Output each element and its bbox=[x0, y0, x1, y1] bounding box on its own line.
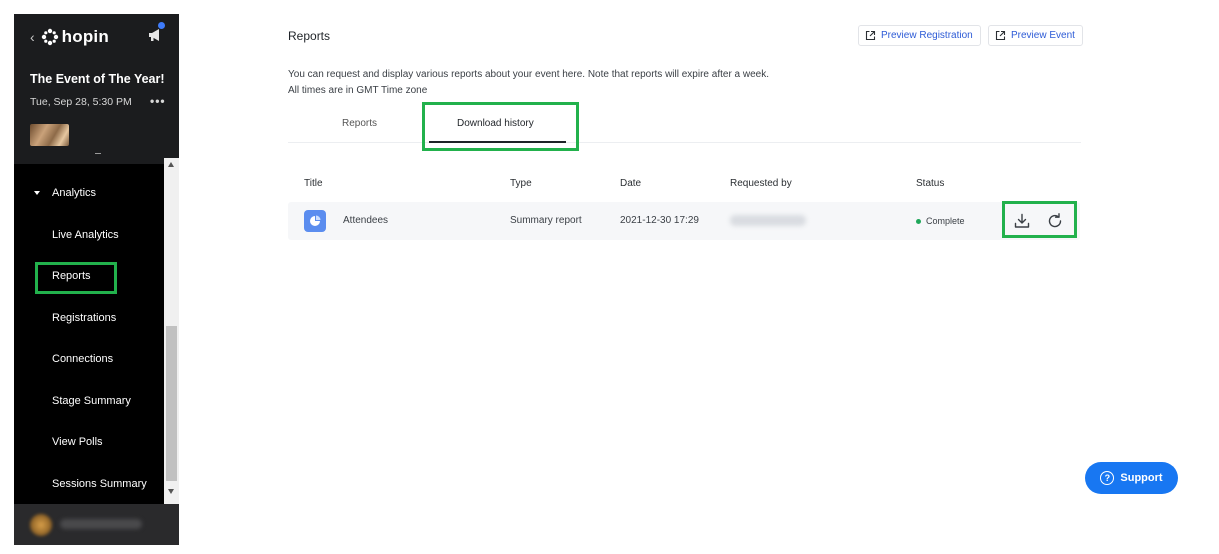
sidebar-item-live-analytics[interactable]: Live Analytics bbox=[52, 229, 119, 241]
avatar bbox=[30, 514, 52, 536]
column-header-title: Title bbox=[304, 178, 323, 189]
highlight-download-history-tab bbox=[422, 102, 579, 151]
user-profile[interactable] bbox=[14, 504, 179, 545]
support-button[interactable]: ? Support bbox=[1085, 462, 1178, 494]
event-date: Tue, Sep 28, 5:30 PM bbox=[30, 96, 132, 108]
tab-reports[interactable]: Reports bbox=[342, 118, 377, 129]
preview-event-button[interactable]: Preview Event bbox=[988, 25, 1083, 46]
user-name-redacted bbox=[60, 519, 142, 529]
divider bbox=[95, 153, 101, 154]
column-header-type: Type bbox=[510, 178, 532, 189]
column-header-date: Date bbox=[620, 178, 642, 189]
tabs-divider bbox=[288, 142, 1081, 143]
help-icon: ? bbox=[1100, 471, 1115, 485]
row-date: 2021-12-30 17:29 bbox=[620, 215, 699, 226]
sidebar-scrollbar[interactable] bbox=[164, 158, 179, 504]
caret-down-icon bbox=[34, 191, 40, 195]
support-label: Support bbox=[1120, 472, 1163, 484]
sidebar-item-registrations[interactable]: Registrations bbox=[52, 312, 116, 324]
external-link-icon bbox=[995, 30, 1006, 41]
event-thumbnail bbox=[30, 124, 69, 146]
column-header-status: Status bbox=[916, 178, 945, 189]
sidebar-item-stage-summary[interactable]: Stage Summary bbox=[52, 395, 131, 407]
status-label: Complete bbox=[926, 216, 965, 226]
sidebar-header: ‹ hopin The Event of The Year! Tue, Sep … bbox=[14, 14, 179, 164]
scroll-down-arrow-icon[interactable] bbox=[168, 489, 174, 494]
highlight-reports-item bbox=[35, 262, 117, 294]
preview-registration-button[interactable]: Preview Registration bbox=[858, 25, 981, 46]
column-header-requested-by: Requested by bbox=[730, 178, 792, 189]
table-row: Attendees Summary report 2021-12-30 17:2… bbox=[288, 202, 1080, 240]
description-line-1: You can request and display various repo… bbox=[288, 69, 770, 80]
event-title: The Event of The Year! bbox=[30, 72, 165, 86]
report-icon bbox=[304, 210, 326, 232]
highlight-row-actions bbox=[1002, 201, 1077, 238]
scroll-up-arrow-icon[interactable] bbox=[168, 162, 174, 167]
logo-row: ‹ hopin bbox=[30, 26, 109, 48]
notification-dot bbox=[158, 22, 165, 29]
preview-registration-label: Preview Registration bbox=[881, 30, 973, 41]
sidebar-item-view-polls[interactable]: View Polls bbox=[52, 436, 103, 448]
back-chevron-icon[interactable]: ‹ bbox=[30, 29, 35, 45]
external-link-icon bbox=[865, 30, 876, 41]
hopin-logo-icon bbox=[41, 28, 59, 46]
scroll-thumb[interactable] bbox=[166, 326, 177, 481]
sidebar-nav: Analytics Live Analytics Reports Registr… bbox=[14, 164, 164, 504]
preview-event-label: Preview Event bbox=[1011, 30, 1075, 41]
status-badge: Complete bbox=[916, 216, 965, 226]
more-options-icon[interactable]: ••• bbox=[150, 94, 166, 108]
description-line-2: All times are in GMT Time zone bbox=[288, 85, 428, 96]
nav-group-label: Analytics bbox=[52, 187, 97, 199]
logo-text: hopin bbox=[61, 27, 109, 46]
requested-by-redacted bbox=[730, 215, 806, 226]
row-type: Summary report bbox=[510, 215, 582, 226]
sidebar-item-sessions-summary[interactable]: Sessions Summary bbox=[52, 478, 147, 490]
page-title: Reports bbox=[288, 29, 331, 43]
status-dot bbox=[916, 218, 921, 224]
nav-group-analytics[interactable]: Analytics bbox=[34, 187, 96, 199]
row-title: Attendees bbox=[343, 215, 389, 226]
sidebar-item-connections[interactable]: Connections bbox=[52, 353, 113, 365]
